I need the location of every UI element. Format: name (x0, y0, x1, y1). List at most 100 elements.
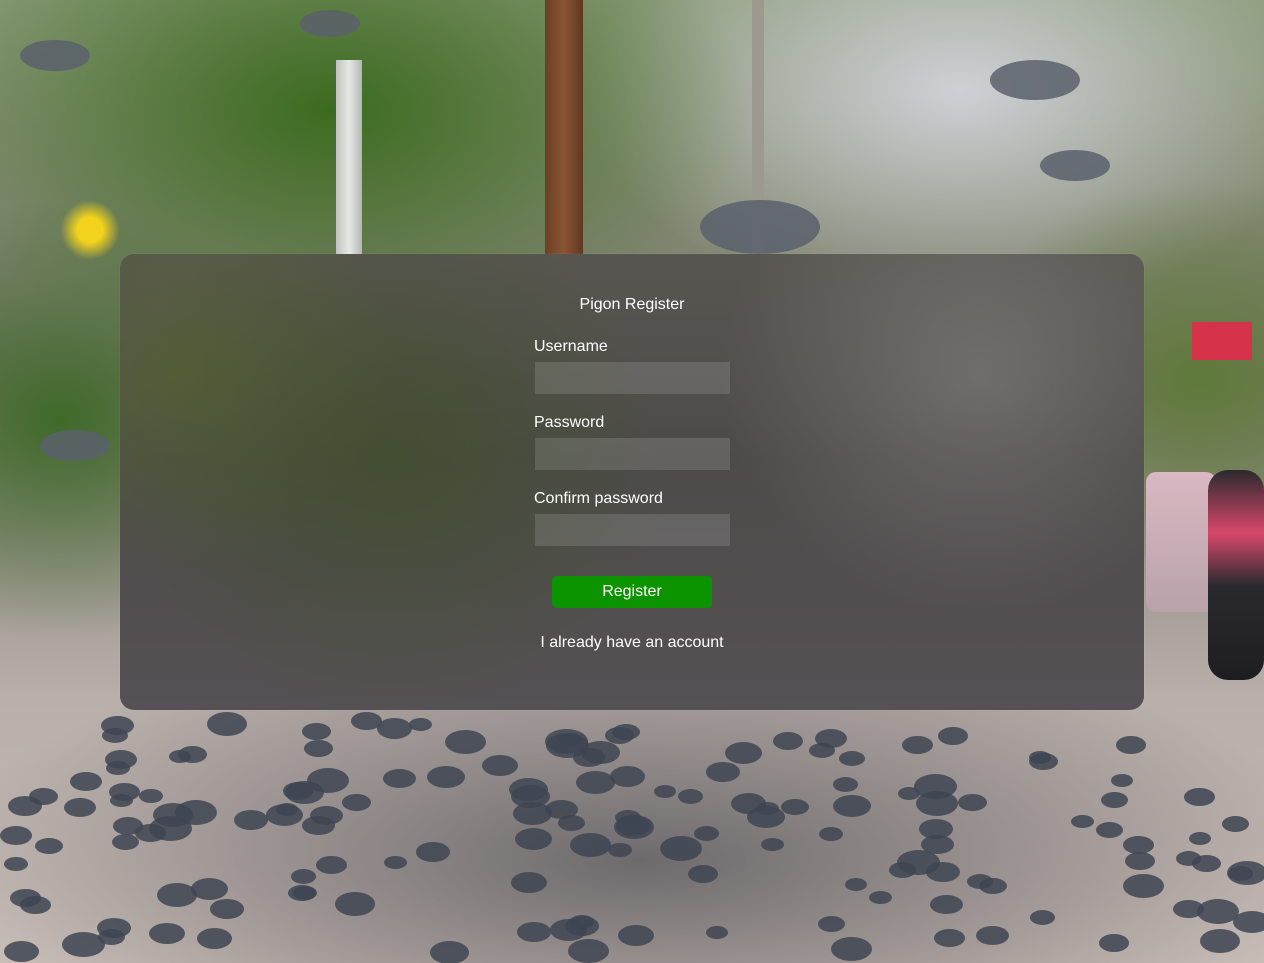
pigeon (773, 732, 803, 750)
pigeon (654, 785, 676, 798)
yellow-flowers (60, 200, 120, 260)
password-label: Password (534, 414, 605, 431)
pigeon (809, 743, 835, 758)
pigeon (1029, 753, 1058, 770)
street-pole (336, 60, 362, 260)
pigeon (573, 748, 605, 767)
username-input[interactable] (535, 362, 730, 394)
pigeon (304, 740, 333, 757)
pigeon (416, 842, 450, 862)
pigeon (157, 883, 197, 907)
pigeon (427, 766, 465, 788)
form-title: Pigon Register (579, 296, 685, 313)
pigeon (207, 712, 247, 736)
pigeon (316, 856, 347, 874)
pigeon (445, 730, 486, 754)
pigeon (576, 771, 615, 794)
parked-car (1146, 472, 1216, 612)
pigeon (342, 794, 371, 811)
pigeon (1222, 816, 1249, 832)
pigeon (916, 791, 958, 816)
flying-pigeon (300, 10, 360, 37)
pigeon (511, 872, 547, 893)
pigeon (869, 891, 892, 904)
pigeon (725, 742, 762, 764)
flying-pigeon (700, 200, 820, 254)
pigeon (706, 762, 740, 782)
pigeon (1189, 832, 1211, 845)
login-link[interactable]: I already have an account (120, 634, 1144, 652)
flying-pigeon (20, 40, 90, 71)
confirm-password-input[interactable] (535, 514, 730, 546)
pigeon (0, 826, 32, 845)
register-panel: Pigon Register Username Password Confirm… (120, 254, 1144, 710)
pigeon (1228, 866, 1253, 881)
pigeon (70, 772, 102, 791)
pigeon (384, 856, 407, 869)
pigeon (921, 835, 954, 854)
pigeon (1197, 899, 1239, 924)
pigeon (310, 806, 343, 825)
motorcycle-rider (1208, 470, 1264, 680)
pigeon (1123, 874, 1164, 898)
pigeon (234, 810, 268, 830)
pigeon (377, 718, 412, 739)
pigeon (409, 718, 432, 731)
pigeon (8, 796, 42, 816)
pigeon (608, 843, 632, 857)
username-label: Username (534, 338, 608, 355)
pigeon (139, 789, 163, 803)
pigeon (64, 798, 96, 817)
pigeon (976, 926, 1009, 945)
flying-pigeon (990, 60, 1080, 100)
pigeon (197, 928, 232, 949)
pigeon (335, 892, 375, 916)
pigeon (934, 929, 965, 947)
pigeon (845, 878, 867, 891)
pigeon (731, 793, 766, 814)
pigeon (4, 857, 28, 871)
pigeon (178, 746, 207, 763)
pigeon (149, 923, 185, 944)
pigeon (351, 712, 382, 730)
pigeon (1099, 934, 1129, 952)
pigeon (113, 817, 143, 835)
pigeon (833, 777, 858, 792)
pigeon (276, 803, 298, 816)
pigeon (967, 874, 993, 889)
pigeon (706, 926, 728, 939)
pigeon (1096, 822, 1123, 838)
pigeon (291, 869, 316, 884)
pigeon (618, 925, 654, 946)
pigeon (831, 937, 872, 961)
pigeon (781, 799, 809, 815)
register-button[interactable]: Register (552, 576, 712, 608)
flying-pigeon (40, 430, 110, 461)
pigeon (482, 755, 518, 776)
pigeon (112, 834, 139, 850)
pigeon (930, 895, 963, 914)
pigeon (513, 802, 552, 825)
password-input[interactable] (535, 438, 730, 470)
pigeon (570, 833, 611, 857)
pigeon (694, 826, 719, 841)
pigeon (1200, 929, 1240, 953)
pigeon (678, 789, 703, 804)
confirm-password-label: Confirm password (534, 490, 663, 507)
pigeon (106, 761, 130, 775)
pigeon (688, 865, 718, 883)
pigeon (610, 766, 645, 787)
pigeon (1116, 736, 1146, 754)
pigeon (761, 838, 784, 851)
tree-trunk (545, 0, 583, 260)
pigeon (430, 941, 469, 963)
pigeon (958, 794, 987, 811)
pigeon (833, 795, 871, 817)
pigeon (35, 838, 63, 854)
pigeon (210, 899, 244, 919)
pigeon (1184, 788, 1215, 806)
pigeon (818, 916, 845, 932)
pigeon (902, 736, 933, 754)
pigeon (4, 941, 39, 962)
pigeon (102, 728, 128, 743)
